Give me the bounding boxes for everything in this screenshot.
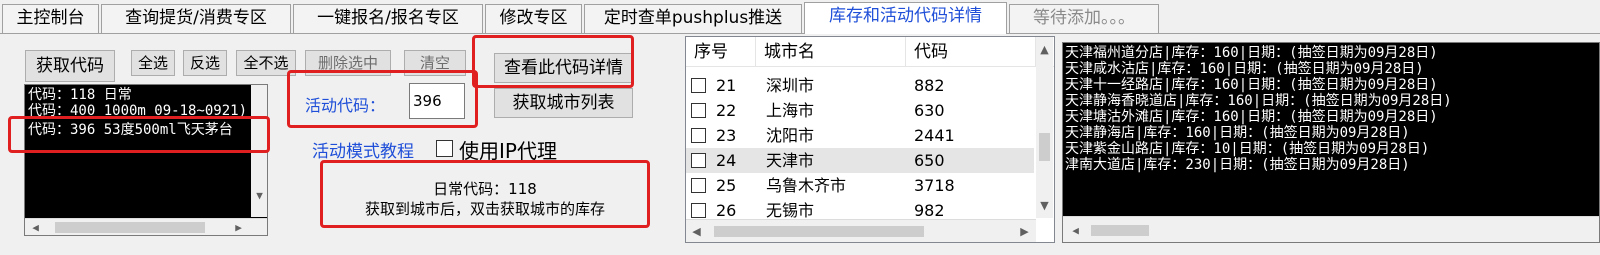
row-checkbox[interactable]: [691, 103, 706, 118]
header-seq[interactable]: 序号: [686, 37, 756, 67]
code-list-vscroll[interactable]: ▼: [251, 85, 267, 217]
scroll-down-icon[interactable]: ▼: [1036, 197, 1053, 214]
row-checkbox[interactable]: [691, 78, 706, 93]
scroll-thumb[interactable]: [714, 226, 924, 237]
row-checkbox[interactable]: [691, 178, 706, 193]
tab-stock-activity-codes[interactable]: 库存和活动代码详情: [804, 2, 1007, 34]
stock-line: 天津咸水沽店|库存：160|日期：(抽签日期为09月28日): [1065, 61, 1424, 77]
tab-pending[interactable]: 等待添加。。。: [1009, 4, 1159, 33]
row-city: 无锡市: [766, 201, 815, 218]
table-row[interactable]: 22 上海市 630: [686, 98, 1034, 123]
select-none-button[interactable]: 全不选: [236, 50, 296, 76]
scroll-right-icon[interactable]: ▶: [230, 219, 247, 235]
row-code: 882: [914, 76, 945, 95]
code-list-hscroll[interactable]: ◀ ▶: [25, 218, 267, 235]
view-code-detail-button[interactable]: 查看此代码详情: [494, 53, 633, 83]
scroll-right-icon[interactable]: ▶: [1016, 223, 1033, 240]
row-seq: 22: [716, 101, 737, 120]
clear-button[interactable]: 清空: [404, 50, 466, 76]
activity-tutorial-link[interactable]: 活动模式教程: [312, 137, 414, 162]
stock-line: 天津福州道分店|库存：160|日期：(抽签日期为09月28日): [1065, 45, 1438, 61]
table-row[interactable]: 25 乌鲁木齐市 3718: [686, 173, 1034, 198]
stock-line: 天津静海香晓道店|库存：160|日期：(抽签日期为09月28日): [1065, 93, 1452, 109]
scroll-thumb[interactable]: [1039, 133, 1050, 161]
city-table-hscroll[interactable]: ◀ ▶: [686, 219, 1036, 242]
row-city: 乌鲁木齐市: [766, 176, 847, 195]
tab-main-console[interactable]: 主控制台: [2, 4, 99, 33]
city-stock-hint: 获取到城市后，双击获取城市的库存: [364, 200, 605, 218]
row-city: 上海市: [766, 101, 815, 120]
row-code: 982: [914, 201, 945, 218]
row-code: 2441: [914, 126, 955, 145]
select-all-button[interactable]: 全选: [131, 50, 175, 76]
code-list-item[interactable]: 代码：396 53度500ml飞天茅台: [28, 122, 233, 138]
scroll-thumb[interactable]: [55, 222, 205, 233]
get-code-button[interactable]: 获取代码: [25, 50, 115, 82]
activity-code-input[interactable]: 396: [409, 83, 465, 119]
code-list-box[interactable]: 代码：118 日常 代码：400 1000m 09-18~0921) 代码：39…: [24, 84, 268, 236]
row-seq: 21: [716, 76, 737, 95]
table-row[interactable]: 26 无锡市 982: [686, 198, 1034, 218]
stock-line: 津南大道店|库存：230|日期：(抽签日期为09月28日): [1065, 157, 1410, 173]
row-checkbox[interactable]: [691, 128, 706, 143]
tab-modify[interactable]: 修改专区: [485, 4, 582, 33]
delete-selected-button[interactable]: 删除选中: [305, 50, 391, 76]
stock-line: 天津塘沽外滩店|库存：160|日期：(抽签日期为09月28日): [1065, 109, 1438, 125]
table-row[interactable]: 23 沈阳市 2441: [686, 123, 1034, 148]
scroll-left-icon[interactable]: ◀: [27, 219, 44, 235]
table-row[interactable]: 24 天津市 650: [686, 148, 1034, 173]
scroll-left-icon[interactable]: ◀: [1067, 222, 1084, 239]
row-seq: 23: [716, 126, 737, 145]
table-row[interactable]: 21 深圳市 882: [686, 73, 1034, 98]
stock-line: 天津静海店|库存：160|日期：(抽签日期为09月28日): [1065, 125, 1410, 141]
code-list-item[interactable]: 代码：118 日常: [28, 87, 132, 103]
row-city: 沈阳市: [766, 126, 815, 145]
code-list-item[interactable]: 代码：400 1000m 09-18~0921): [28, 103, 247, 119]
stock-output-hscroll[interactable]: ◀: [1063, 216, 1599, 242]
row-checkbox[interactable]: [691, 153, 706, 168]
row-city: 深圳市: [766, 76, 815, 95]
row-city: 天津市: [766, 151, 815, 170]
ip-proxy-label: 使用IP代理: [459, 139, 557, 163]
tab-scheduled-pushplus[interactable]: 定时查单pushplus推送: [584, 4, 802, 33]
invert-selection-button[interactable]: 反选: [183, 50, 227, 76]
scroll-left-icon[interactable]: ◀: [688, 223, 705, 240]
row-seq: 26: [716, 201, 737, 218]
get-city-list-button[interactable]: 获取城市列表: [494, 88, 633, 118]
header-code[interactable]: 代码: [906, 37, 1036, 67]
tab-one-click-register[interactable]: 一键报名/报名专区: [293, 4, 483, 33]
scroll-down-icon[interactable]: ▼: [251, 187, 267, 204]
stock-line: 天津十一经路店|库存：160|日期：(抽签日期为09月28日): [1065, 77, 1438, 93]
daily-code-info: 日常代码：118: [433, 180, 537, 198]
city-table-vscroll[interactable]: ▲ ▼: [1036, 37, 1053, 218]
row-code: 630: [914, 101, 945, 120]
tab-query-pickup[interactable]: 查询提货/消费专区: [101, 4, 291, 33]
ip-proxy-checkbox[interactable]: [436, 140, 453, 157]
stock-line: 天津紫金山路店|库存：10|日期：(抽签日期为09月28日): [1065, 141, 1430, 157]
scroll-thumb[interactable]: [1091, 225, 1149, 236]
row-seq: 24: [716, 151, 737, 170]
stock-output-box[interactable]: 天津福州道分店|库存：160|日期：(抽签日期为09月28日) 天津咸水沽店|库…: [1062, 42, 1600, 243]
row-seq: 25: [716, 176, 737, 195]
row-checkbox[interactable]: [691, 203, 706, 218]
row-code: 650: [914, 151, 945, 170]
city-list-table[interactable]: 序号 城市名 代码 21 深圳市 882 22 上海市 630 23 沈阳市 2…: [685, 36, 1055, 243]
row-code: 3718: [914, 176, 955, 195]
activity-code-label: 活动代码：: [305, 96, 386, 115]
header-city[interactable]: 城市名: [756, 37, 906, 67]
city-table-header: 序号 城市名 代码: [686, 37, 1054, 67]
scroll-up-icon[interactable]: ▲: [1036, 41, 1053, 58]
